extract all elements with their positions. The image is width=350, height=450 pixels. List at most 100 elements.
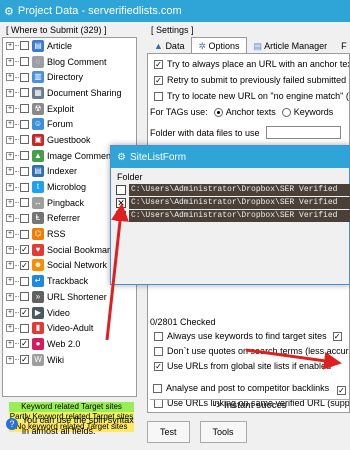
- checkbox[interactable]: ✓: [154, 59, 163, 69]
- radio-anchor-texts[interactable]: [213, 107, 223, 117]
- expand-icon[interactable]: +: [6, 324, 14, 333]
- opt-extra-check[interactable]: ✓: [337, 386, 349, 395]
- expand-icon[interactable]: +: [6, 104, 14, 113]
- app-icon: ⚙: [4, 5, 14, 18]
- engine-checkbox[interactable]: [20, 292, 29, 302]
- engine-checkbox[interactable]: [20, 135, 29, 145]
- expand-icon[interactable]: +: [6, 261, 14, 270]
- engine-checkbox[interactable]: [20, 323, 29, 333]
- expand-icon[interactable]: +: [6, 230, 14, 239]
- engine-checkbox[interactable]: [20, 41, 29, 51]
- document-sharing-icon: ▦: [32, 86, 44, 99]
- expand-icon[interactable]: +: [6, 292, 14, 301]
- checkbox[interactable]: ✓: [332, 331, 342, 341]
- folder-checkbox[interactable]: [116, 211, 126, 221]
- expand-icon[interactable]: +: [6, 183, 14, 192]
- expand-icon[interactable]: +: [6, 73, 14, 82]
- checkbox[interactable]: [154, 346, 163, 356]
- opt-anchor-url[interactable]: ✓ Try to always place an URL with an anc…: [154, 59, 349, 69]
- engine-row-exploit[interactable]: + ☢ Exploit: [3, 101, 136, 117]
- engine-row-forum[interactable]: + ☺ Forum: [3, 116, 136, 132]
- engine-checkbox[interactable]: [20, 213, 29, 223]
- engine-checkbox[interactable]: [20, 182, 29, 192]
- expand-icon[interactable]: +: [6, 308, 14, 317]
- engine-row-web-2-0[interactable]: + ✓ ● Web 2.0: [3, 336, 136, 352]
- tab-data[interactable]: ▲ Data: [147, 37, 191, 53]
- checkbox[interactable]: ✓: [154, 75, 163, 85]
- tools-button[interactable]: Tools: [199, 421, 247, 443]
- checkbox[interactable]: [153, 383, 162, 393]
- engine-row-article[interactable]: + ▤ Article: [3, 38, 136, 54]
- trackback-icon: ↵: [32, 275, 44, 288]
- tree-connector: [15, 249, 19, 251]
- engine-row-url-shortener[interactable]: + » URL Shortener: [3, 289, 136, 305]
- folder-input[interactable]: [265, 126, 341, 139]
- opt-competitor-backlinks[interactable]: Analyse and post to competitor backlinks: [153, 383, 329, 393]
- folder-row-1[interactable]: C:\Users\Administrator\Dropbox\SER Verif…: [116, 184, 350, 196]
- guestbook-icon: ▣: [32, 133, 44, 146]
- tree-connector: [15, 139, 19, 141]
- engine-checkbox[interactable]: [20, 229, 29, 239]
- folder-row-3[interactable]: C:\Users\Administrator\Dropbox\SER Verif…: [116, 210, 350, 222]
- engine-checkbox[interactable]: [20, 198, 29, 208]
- expand-icon[interactable]: +: [6, 151, 14, 160]
- expand-icon[interactable]: +: [6, 57, 14, 66]
- engine-checkbox[interactable]: ✓: [20, 260, 29, 270]
- engine-row-video-adult[interactable]: + ▮ Video-Adult: [3, 320, 136, 336]
- video-icon: ▶: [32, 306, 44, 319]
- engine-checkbox[interactable]: ✓: [20, 245, 29, 255]
- engine-checkbox[interactable]: ✓: [20, 355, 29, 365]
- folder-checkbox[interactable]: [116, 185, 126, 195]
- expand-icon[interactable]: +: [6, 167, 14, 176]
- folder-checkbox[interactable]: ✕: [116, 198, 126, 208]
- tab-article-manager[interactable]: ▤ Article Manager: [247, 37, 335, 53]
- tab-options[interactable]: ✲ Options: [191, 37, 247, 53]
- engine-row-blog-comment[interactable]: + ◌ Blog Comment: [3, 54, 136, 70]
- tab-more[interactable]: F: [334, 37, 350, 53]
- dialog-titlebar[interactable]: ⚙ SiteListForm: [111, 146, 349, 168]
- expand-icon[interactable]: +: [6, 135, 14, 144]
- engine-checkbox[interactable]: [20, 166, 29, 176]
- expand-icon[interactable]: +: [6, 88, 14, 97]
- engine-checkbox[interactable]: [20, 72, 29, 82]
- engine-row-directory[interactable]: + ▥ Directory: [3, 69, 136, 85]
- checkbox[interactable]: [154, 331, 163, 341]
- expand-icon[interactable]: +: [6, 214, 14, 223]
- engine-label: Directory: [47, 72, 84, 83]
- engine-row-document-sharing[interactable]: + ▦ Document Sharing: [3, 85, 136, 101]
- opt-locate-new-url[interactable]: Try to locate new URL on "no engine matc…: [154, 91, 349, 101]
- folder-row-2[interactable]: ✕ C:\Users\Administrator\Dropbox\SER Ver…: [116, 197, 350, 209]
- engine-checkbox[interactable]: [20, 119, 29, 129]
- engine-checkbox[interactable]: [20, 276, 29, 286]
- checkbox[interactable]: [154, 91, 163, 101]
- exploit-icon: ☢: [32, 102, 44, 115]
- engine-checkbox[interactable]: [20, 104, 29, 114]
- indexer-icon: ▤: [32, 165, 44, 178]
- social-bookmark-icon: ♥: [32, 243, 44, 256]
- expand-icon[interactable]: +: [6, 120, 14, 129]
- expand-icon[interactable]: +: [6, 339, 14, 348]
- engine-checkbox[interactable]: [20, 57, 29, 67]
- instant-success-header[interactable]: -> Instant succes: [150, 399, 350, 410]
- expand-icon[interactable]: +: [6, 277, 14, 286]
- opt-global-site-lists[interactable]: ✓ Use URLs from global site lists if ena…: [154, 361, 331, 371]
- engine-checkbox[interactable]: [20, 151, 29, 161]
- window-titlebar[interactable]: ⚙ Project Data - serverifiedlists.com: [0, 0, 350, 22]
- engine-checkbox[interactable]: ✓: [20, 308, 29, 318]
- opt-keywords-find-targets[interactable]: Always use keywords to find target sites…: [154, 331, 346, 341]
- expand-icon[interactable]: +: [6, 355, 14, 364]
- tree-connector: [15, 76, 19, 78]
- checkbox[interactable]: ✓: [337, 386, 346, 395]
- engine-row-video[interactable]: + ✓ ▶ Video: [3, 305, 136, 321]
- opt-no-quotes[interactable]: Don`t use quotes on search terms (less a…: [154, 346, 349, 356]
- engine-checkbox[interactable]: [20, 88, 29, 98]
- engine-row-wiki[interactable]: + ✓ W Wiki: [3, 352, 136, 368]
- radio-keywords[interactable]: [281, 107, 291, 117]
- checkbox[interactable]: ✓: [154, 361, 163, 371]
- expand-icon[interactable]: +: [6, 198, 14, 207]
- engine-checkbox[interactable]: ✓: [20, 339, 29, 349]
- test-button[interactable]: Test: [147, 421, 190, 443]
- opt-retry-failed[interactable]: ✓ Retry to submit to previously failed s…: [154, 75, 349, 85]
- expand-icon[interactable]: +: [6, 41, 14, 50]
- expand-icon[interactable]: +: [6, 245, 14, 254]
